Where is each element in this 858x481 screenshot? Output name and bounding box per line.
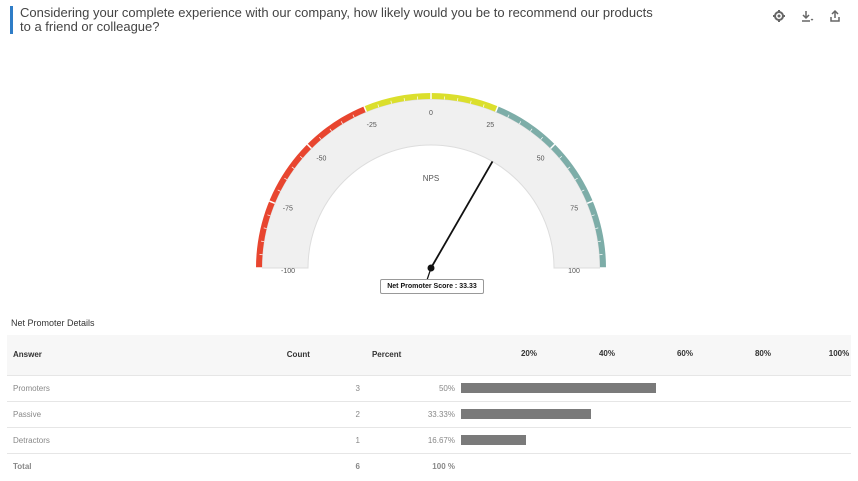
total-label: Total	[13, 461, 32, 471]
table-row: Passive 2 33.33%	[7, 401, 851, 427]
row-bar-cell	[460, 427, 851, 453]
row-percent: 33.33%	[427, 409, 455, 419]
row-answer: Detractors	[13, 435, 50, 445]
nps-tooltip: Net Promoter Score : 33.33	[380, 279, 484, 294]
gauge-tick-label: 75	[570, 206, 578, 213]
row-bar-cell	[460, 401, 851, 427]
gauge-needle-line	[430, 161, 494, 269]
row-count: 1	[355, 435, 360, 445]
total-percent: 100 %	[432, 461, 455, 471]
row-bar	[460, 383, 656, 393]
gauge-tick-label: -50	[316, 155, 326, 162]
percent-scale: 20% 40% 60% 80% 100%	[461, 349, 851, 361]
gauge-center-label: NPS	[423, 174, 439, 183]
total-count: 6	[355, 461, 360, 471]
table-header-row: Answer Count Percent 20% 40% 60% 80% 100%	[7, 335, 851, 375]
nps-tooltip-value: 33.33	[459, 283, 477, 290]
table-row: Detractors 1 16.67%	[7, 427, 851, 453]
row-percent: 50%	[438, 383, 455, 393]
row-percent: 16.67%	[427, 435, 455, 445]
row-count: 3	[355, 383, 360, 393]
row-count: 2	[355, 409, 360, 419]
total-row: Total 6 100 %	[7, 453, 851, 479]
percent-header[interactable]: Percent	[366, 335, 461, 375]
count-header[interactable]: Count	[281, 335, 366, 375]
row-bar-track	[460, 409, 851, 419]
total-bar-cell	[461, 453, 851, 479]
percent-scale-label: 100%	[828, 348, 850, 358]
percent-scale-label: 80%	[754, 348, 771, 358]
percent-scale-label: 20%	[520, 348, 537, 358]
percent-scale-label: 60%	[676, 348, 693, 358]
row-bar-track	[460, 435, 851, 445]
gauge-tick-label: -25	[367, 122, 377, 129]
nps-details-table: Answer Count Percent 20% 40% 60% 80% 100% Pr…	[7, 335, 851, 479]
table-row: Promoters 3 50%	[7, 375, 851, 401]
row-bar-cell	[460, 375, 851, 401]
gauge-background	[261, 98, 601, 269]
row-bar	[460, 409, 591, 419]
row-bar	[460, 435, 526, 445]
nps-gauge: -100 -75 -50 -25 0 25 50 75 100 NPS	[256, 93, 606, 281]
row-bar-track	[460, 383, 851, 393]
gauge-tick-label: 0	[429, 110, 433, 117]
percent-scale-label: 40%	[598, 348, 615, 358]
answer-header[interactable]: Answer	[7, 335, 281, 375]
row-answer: Promoters	[13, 383, 50, 393]
gauge-tick-label: 25	[486, 122, 494, 129]
percent-scale-header: 20% 40% 60% 80% 100%	[461, 335, 851, 375]
gauge-tick-label: 50	[537, 155, 545, 162]
details-title: Net Promoter Details	[11, 318, 95, 328]
nps-tooltip-label: Net Promoter Score :	[387, 283, 458, 290]
table-body: Promoters 3 50% Passive 2 33.33% Detractors 1 16…	[7, 375, 851, 453]
row-answer: Passive	[13, 409, 42, 419]
gauge-tick-label: 100	[568, 268, 580, 275]
gauge-tick-label: -75	[283, 206, 293, 213]
gauge-tick-label: -100	[281, 268, 295, 275]
